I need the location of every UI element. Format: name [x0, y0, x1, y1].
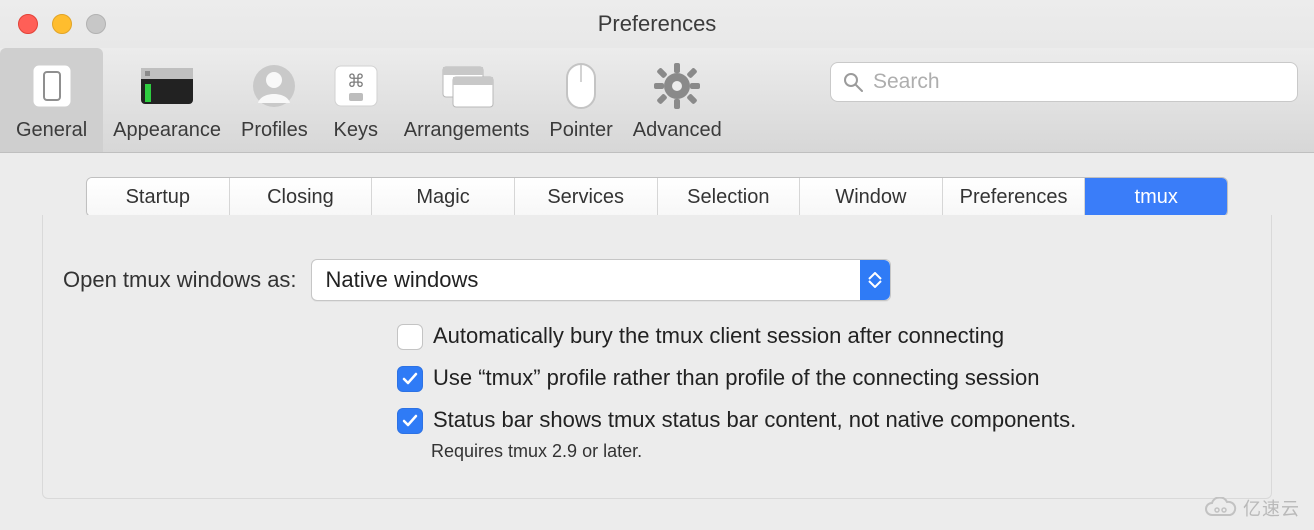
tab-magic[interactable]: Magic [372, 178, 515, 216]
toolbar-label: Advanced [633, 119, 722, 142]
toolbar-item-keys[interactable]: ⌘ Keys [318, 48, 394, 152]
arrangements-icon [439, 61, 495, 111]
general-icon [24, 61, 80, 111]
titlebar: Preferences [0, 0, 1314, 48]
tmux-settings-card: Open tmux windows as: Native windows Aut… [42, 215, 1272, 499]
watermark: 亿速云 [1203, 495, 1300, 521]
tab-preferences[interactable]: Preferences [943, 178, 1086, 216]
search-field[interactable] [830, 62, 1298, 102]
search-icon [843, 72, 863, 92]
tmux-profile-label: Use “tmux” profile rather than profile o… [433, 363, 1040, 393]
tab-startup[interactable]: Startup [87, 178, 230, 216]
toolbar: General Appearance [0, 48, 1314, 153]
toolbar-label: Appearance [113, 119, 221, 142]
pointer-icon [553, 61, 609, 111]
auto-bury-checkbox[interactable] [397, 324, 423, 350]
toolbar-item-arrangements[interactable]: Arrangements [394, 48, 540, 152]
svg-text:⌘: ⌘ [347, 71, 365, 91]
auto-bury-label: Automatically bury the tmux client sessi… [433, 321, 1004, 351]
tab-tmux[interactable]: tmux [1085, 178, 1227, 216]
search-input[interactable] [871, 69, 1285, 95]
toolbar-item-general[interactable]: General [0, 48, 103, 152]
minimize-button[interactable] [52, 14, 72, 34]
gear-icon [649, 61, 705, 111]
tab-closing[interactable]: Closing [230, 178, 373, 216]
keys-icon: ⌘ [328, 61, 384, 111]
tab-window[interactable]: Window [800, 178, 943, 216]
appearance-icon [139, 61, 195, 111]
select-stepper-icon [860, 260, 890, 300]
toolbar-label: Keys [334, 119, 378, 142]
status-bar-sublabel: Requires tmux 2.9 or later. [431, 441, 1243, 462]
toolbar-item-pointer[interactable]: Pointer [539, 48, 622, 152]
close-button[interactable] [18, 14, 38, 34]
toolbar-label: General [16, 119, 87, 142]
profiles-icon [246, 61, 302, 111]
watermark-text: 亿速云 [1243, 495, 1300, 521]
toolbar-item-appearance[interactable]: Appearance [103, 48, 231, 152]
tab-services[interactable]: Services [515, 178, 658, 216]
toolbar-label: Arrangements [404, 119, 530, 142]
traffic-lights [18, 14, 106, 34]
toolbar-label: Pointer [549, 119, 612, 142]
tmux-profile-checkbox[interactable] [397, 366, 423, 392]
status-bar-checkbox[interactable] [397, 408, 423, 434]
open-as-label: Open tmux windows as: [63, 267, 297, 293]
toolbar-label: Profiles [241, 119, 308, 142]
toolbar-item-profiles[interactable]: Profiles [231, 48, 318, 152]
window-title: Preferences [598, 11, 717, 37]
open-as-select[interactable]: Native windows [311, 259, 891, 301]
toolbar-item-advanced[interactable]: Advanced [623, 48, 732, 152]
cloud-icon [1203, 497, 1237, 519]
zoom-button [86, 14, 106, 34]
status-bar-label: Status bar shows tmux status bar content… [433, 405, 1076, 435]
general-pane: Startup Closing Magic Services Selection… [0, 153, 1314, 530]
open-as-value: Native windows [326, 267, 479, 293]
subtab-bar: Startup Closing Magic Services Selection… [86, 177, 1228, 217]
tab-selection[interactable]: Selection [658, 178, 801, 216]
